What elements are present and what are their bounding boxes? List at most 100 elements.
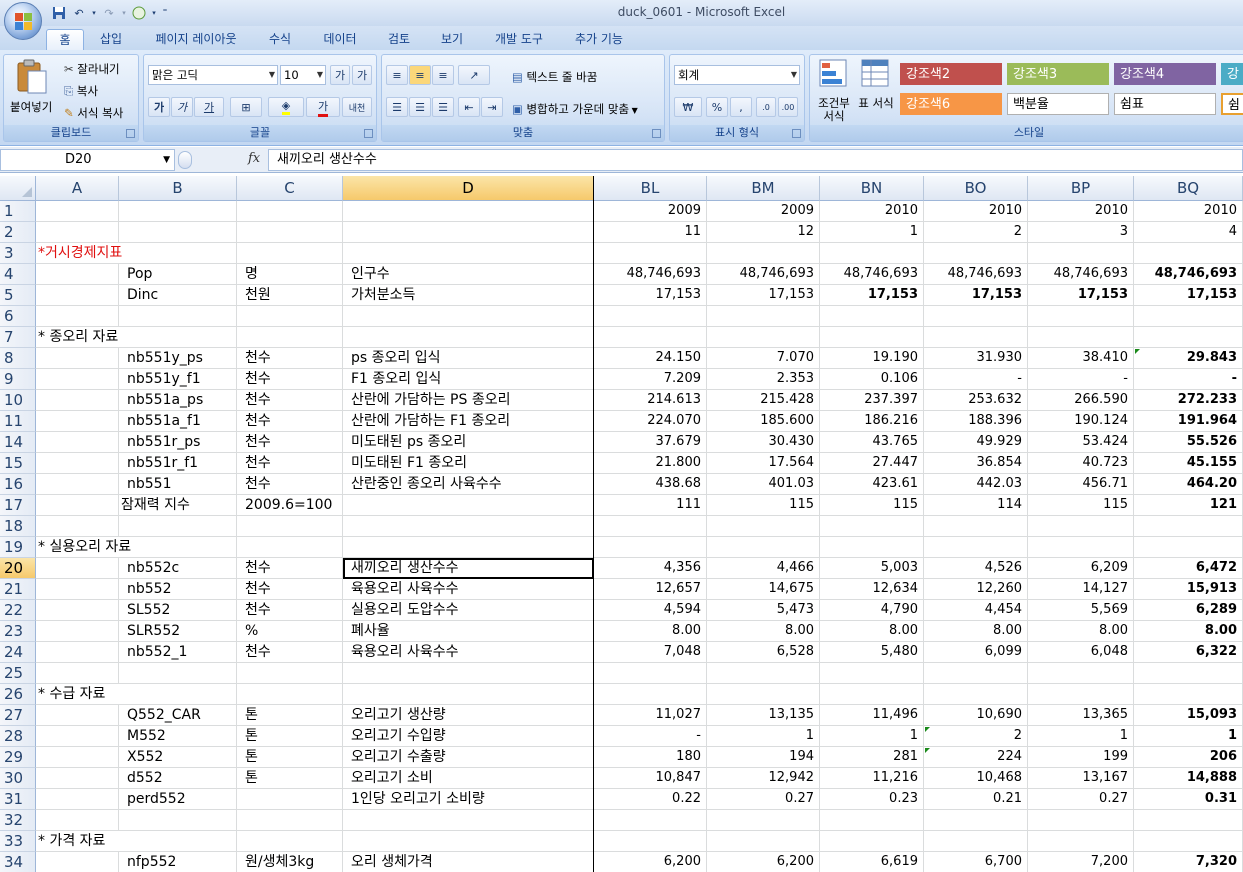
cell-b2[interactable] — [119, 222, 237, 243]
cell-b20[interactable]: nb552c — [119, 558, 237, 579]
cell-bn20[interactable]: 5,003 — [820, 558, 924, 579]
cell-b15[interactable]: nb551r_f1 — [119, 453, 237, 474]
currency-button[interactable]: ₩ — [674, 97, 702, 117]
cell-a5[interactable] — [36, 285, 119, 306]
style-accent4[interactable]: 강조색4 — [1114, 63, 1216, 85]
row-header[interactable]: 19 — [0, 537, 36, 558]
cell-c32[interactable] — [237, 810, 343, 831]
cell-bo32[interactable] — [924, 810, 1028, 831]
cell-bm33[interactable] — [707, 831, 820, 852]
cell-bq9[interactable]: - — [1134, 369, 1243, 390]
cell-a19[interactable]: * 실용오리 자료 — [36, 537, 131, 558]
cell-d1[interactable] — [343, 201, 594, 222]
cell-bp8[interactable]: 38.410 — [1028, 348, 1134, 369]
cell-a14[interactable] — [36, 432, 119, 453]
cell-c1[interactable] — [237, 201, 343, 222]
cell-a25[interactable] — [36, 663, 119, 684]
align-center-button[interactable]: ☰ — [409, 97, 431, 117]
cell-bp22[interactable]: 5,569 — [1028, 600, 1134, 621]
cell-bm20[interactable]: 4,466 — [707, 558, 820, 579]
cell-bp9[interactable]: - — [1028, 369, 1134, 390]
cell-bp21[interactable]: 14,127 — [1028, 579, 1134, 600]
cell-c29[interactable]: 톤 — [237, 747, 343, 768]
cell-bp16[interactable]: 456.71 — [1028, 474, 1134, 495]
cell-bp20[interactable]: 6,209 — [1028, 558, 1134, 579]
cell-bn15[interactable]: 27.447 — [820, 453, 924, 474]
cell-bp26[interactable] — [1028, 684, 1134, 705]
cell-bn18[interactable] — [820, 516, 924, 537]
cell-c27[interactable]: 톤 — [237, 705, 343, 726]
cell-bl17[interactable]: 111 — [594, 495, 707, 516]
increase-decimal-button[interactable]: .0 — [756, 97, 776, 117]
cell-bm30[interactable]: 12,942 — [707, 768, 820, 789]
cell-bm29[interactable]: 194 — [707, 747, 820, 768]
cell-bn27[interactable]: 11,496 — [820, 705, 924, 726]
cell-bl26[interactable] — [594, 684, 707, 705]
cell-a17[interactable] — [36, 495, 119, 516]
cell-bn23[interactable]: 8.00 — [820, 621, 924, 642]
cell-c18[interactable] — [237, 516, 343, 537]
cell-bn4[interactable]: 48,746,693 — [820, 264, 924, 285]
cell-bq7[interactable] — [1134, 327, 1243, 348]
cell-bo15[interactable]: 36.854 — [924, 453, 1028, 474]
cell-bo24[interactable]: 6,099 — [924, 642, 1028, 663]
cell-bm21[interactable]: 14,675 — [707, 579, 820, 600]
cell-bn10[interactable]: 237.397 — [820, 390, 924, 411]
cell-bl1[interactable]: 2009 — [594, 201, 707, 222]
cell-bn26[interactable] — [820, 684, 924, 705]
cell-bp30[interactable]: 13,167 — [1028, 768, 1134, 789]
cell-a34[interactable] — [36, 852, 119, 872]
cell-a3[interactable]: *거시경제지표 — [36, 243, 122, 264]
italic-button[interactable]: 가 — [171, 97, 193, 117]
cell-a16[interactable] — [36, 474, 119, 495]
style-accent2[interactable]: 강조색2 — [900, 63, 1002, 85]
cell-bq30[interactable]: 14,888 — [1134, 768, 1243, 789]
cell-c6[interactable] — [237, 306, 343, 327]
cell-b1[interactable] — [119, 201, 237, 222]
cell-b22[interactable]: SL552 — [119, 600, 237, 621]
cell-bm8[interactable]: 7.070 — [707, 348, 820, 369]
row-header[interactable]: 3 — [0, 243, 36, 264]
cell-bn24[interactable]: 5,480 — [820, 642, 924, 663]
cell-bn21[interactable]: 12,634 — [820, 579, 924, 600]
tab-addins[interactable]: 추가 기능 — [564, 29, 634, 50]
cell-c14[interactable]: 천수 — [237, 432, 343, 453]
row-header[interactable]: 27 — [0, 705, 36, 726]
cell-d25[interactable] — [343, 663, 594, 684]
cell-c15[interactable]: 천수 — [237, 453, 343, 474]
cell-b25[interactable] — [119, 663, 237, 684]
cell-d7[interactable] — [343, 327, 594, 348]
column-header-bn[interactable]: BN — [820, 176, 924, 201]
cell-bn1[interactable]: 2010 — [820, 201, 924, 222]
cell-bm23[interactable]: 8.00 — [707, 621, 820, 642]
cell-bl19[interactable] — [594, 537, 707, 558]
cell-bq4[interactable]: 48,746,693 — [1134, 264, 1243, 285]
cell-bo9[interactable]: - — [924, 369, 1028, 390]
decrease-indent-button[interactable]: ⇤ — [458, 97, 480, 117]
cell-bl25[interactable] — [594, 663, 707, 684]
cell-b30[interactable]: d552 — [119, 768, 237, 789]
cell-bq5[interactable]: 17,153 — [1134, 285, 1243, 306]
cell-a27[interactable] — [36, 705, 119, 726]
cell-bp4[interactable]: 48,746,693 — [1028, 264, 1134, 285]
align-middle-button[interactable]: ≡ — [409, 65, 431, 85]
cell-d8[interactable]: ps 종오리 입식 — [343, 348, 594, 369]
borders-button[interactable]: ⊞ — [230, 97, 262, 117]
cell-bq29[interactable]: 206 — [1134, 747, 1243, 768]
cell-bq15[interactable]: 45.155 — [1134, 453, 1243, 474]
cell-c33[interactable] — [237, 831, 343, 852]
cell-bl3[interactable] — [594, 243, 707, 264]
formula-resize-handle[interactable] — [178, 151, 192, 169]
cell-bo7[interactable] — [924, 327, 1028, 348]
cell-d33[interactable] — [343, 831, 594, 852]
cell-bq14[interactable]: 55.526 — [1134, 432, 1243, 453]
number-format-select[interactable]: 회계 ▼ — [674, 65, 800, 85]
cell-bm6[interactable] — [707, 306, 820, 327]
cell-bm3[interactable] — [707, 243, 820, 264]
cell-bp15[interactable]: 40.723 — [1028, 453, 1134, 474]
cell-bm15[interactable]: 17.564 — [707, 453, 820, 474]
cell-bn25[interactable] — [820, 663, 924, 684]
cell-bp33[interactable] — [1028, 831, 1134, 852]
cell-bo1[interactable]: 2010 — [924, 201, 1028, 222]
cell-bo28[interactable]: 2 — [924, 726, 1028, 747]
